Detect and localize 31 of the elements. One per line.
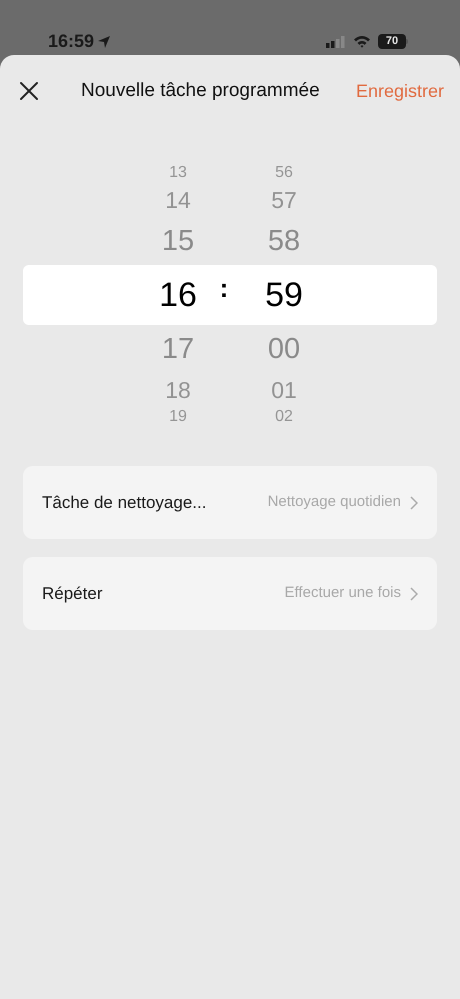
status-time: 16:59 (48, 30, 94, 53)
picker-value[interactable]: 58 (268, 217, 300, 265)
signal-icon (326, 36, 346, 48)
picker-value[interactable]: 14 (165, 183, 191, 217)
chevron-right-icon (410, 496, 418, 510)
picker-value[interactable]: 02 (275, 407, 293, 427)
settings-row[interactable]: Tâche de nettoyage... Nettoyage quotidien (23, 466, 437, 539)
settings-row[interactable]: Répéter Effectuer une fois (23, 557, 437, 630)
picker-value[interactable]: 01 (271, 373, 297, 407)
picker-value[interactable]: 56 (275, 163, 293, 183)
setting-label: Répéter (42, 582, 102, 605)
setting-value: Effectuer une fois (284, 583, 401, 604)
chevron-right-icon (410, 586, 418, 600)
battery-icon: 70 (378, 34, 408, 49)
picker-value[interactable]: 57 (271, 183, 297, 217)
picker-value[interactable]: 17 (162, 325, 194, 373)
picker-value[interactable]: 16 (159, 265, 197, 325)
time-separator: : (220, 272, 228, 304)
close-icon (19, 81, 39, 101)
setting-value: Nettoyage quotidien (268, 492, 401, 512)
picker-value[interactable]: 18 (165, 373, 191, 407)
picker-value[interactable]: 59 (265, 265, 303, 325)
page-title: Nouvelle tâche programmée (81, 78, 320, 103)
setting-label: Tâche de nettoyage... (42, 492, 206, 514)
save-button[interactable]: Enregistrer (356, 78, 444, 104)
picker-value[interactable]: 15 (162, 217, 194, 265)
location-arrow-icon (97, 34, 112, 48)
picker-value[interactable]: 13 (169, 163, 187, 183)
wifi-icon (353, 35, 371, 48)
picker-value[interactable]: 00 (268, 325, 300, 373)
picker-value[interactable]: 19 (169, 407, 187, 427)
